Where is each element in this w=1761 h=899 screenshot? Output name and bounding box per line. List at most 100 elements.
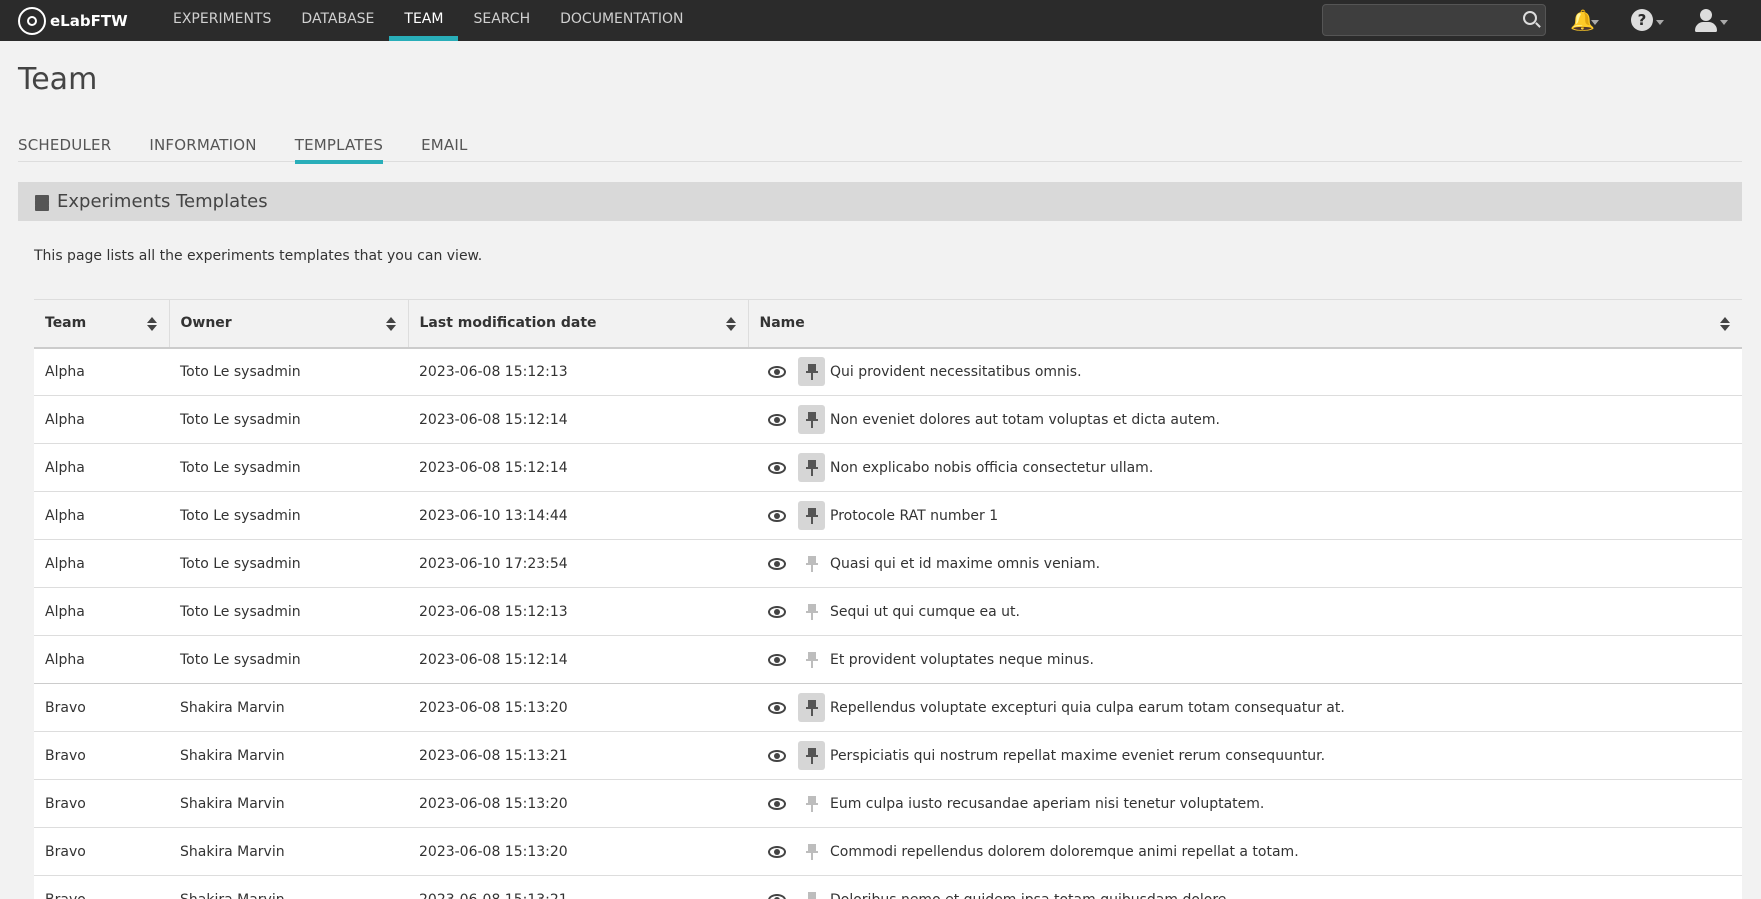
pin-button[interactable]: [798, 597, 825, 626]
table-row[interactable]: Alpha Toto Le sysadmin 2023-06-10 17:23:54…: [34, 539, 1742, 588]
table-row[interactable]: Alpha Toto Le sysadmin 2023-06-08 15:12:13…: [34, 587, 1742, 636]
column-header-name[interactable]: Name: [747, 299, 1742, 349]
templates-table: Team Owner Last modification date Name A…: [34, 299, 1742, 899]
table-row[interactable]: Alpha Toto Le sysadmin 2023-06-08 15:12:14…: [34, 635, 1742, 684]
nav-team[interactable]: TEAM: [389, 0, 459, 41]
chevron-down-icon: [1656, 19, 1664, 25]
cell-name: Eum culpa iusto recusandae aperiam nisi …: [748, 779, 1742, 828]
cell-owner: Toto Le sysadmin: [169, 635, 408, 684]
tab-scheduler[interactable]: SCHEDULER: [18, 136, 111, 162]
pin-button[interactable]: [798, 741, 825, 770]
pin-button[interactable]: [798, 453, 825, 482]
nav-search[interactable]: SEARCH: [458, 0, 545, 41]
pin-button[interactable]: [798, 693, 825, 722]
table-row[interactable]: Bravo Shakira Marvin 2023-06-08 15:13:21 Pe…: [34, 731, 1742, 780]
search-input[interactable]: [1322, 4, 1546, 36]
template-name-link[interactable]: Doloribus nemo et quidem ipsa totam quib…: [830, 892, 1231, 899]
sort-icon: [385, 317, 396, 331]
table-row[interactable]: Bravo Shakira Marvin 2023-06-08 15:13:20 Re…: [34, 683, 1742, 732]
template-name-link[interactable]: Non eveniet dolores aut totam voluptas e…: [830, 412, 1220, 428]
template-name-link[interactable]: Perspiciatis qui nostrum repellat maxime…: [830, 748, 1325, 764]
name-cell-content: Doloribus nemo et quidem ipsa totam quib…: [759, 885, 1742, 899]
table-row[interactable]: Alpha Toto Le sysadmin 2023-06-10 13:14:44…: [34, 491, 1742, 540]
sort-icon: [725, 317, 736, 331]
table-header-row: Team Owner Last modification date Name: [34, 299, 1742, 349]
cell-date: 2023-06-08 15:13:20: [408, 779, 748, 828]
tab-information[interactable]: INFORMATION: [149, 136, 256, 162]
table-row[interactable]: Bravo Shakira Marvin 2023-06-08 15:13:20 Eu…: [34, 779, 1742, 828]
pin-button[interactable]: [798, 549, 825, 578]
pin-button[interactable]: [798, 501, 825, 530]
eye-icon[interactable]: [768, 365, 786, 378]
user-icon: [1695, 8, 1717, 32]
cell-name: Perspiciatis qui nostrum repellat maxime…: [748, 731, 1742, 780]
pin-button[interactable]: [798, 837, 825, 866]
cell-date: 2023-06-10 17:23:54: [408, 539, 748, 588]
chevron-down-icon: [1591, 19, 1599, 25]
cell-team: Alpha: [34, 539, 169, 588]
eye-icon[interactable]: [768, 413, 786, 426]
table-row[interactable]: Alpha Toto Le sysadmin 2023-06-08 15:12:13…: [34, 347, 1742, 396]
template-name-link[interactable]: Quasi qui et id maxime omnis veniam.: [830, 556, 1100, 572]
pin-button[interactable]: [798, 357, 825, 387]
table-row[interactable]: Bravo Shakira Marvin 2023-06-08 15:13:20 Co…: [34, 827, 1742, 876]
pin-icon: [805, 747, 818, 764]
pin-button[interactable]: [798, 789, 825, 818]
eye-icon[interactable]: [768, 509, 786, 522]
eye-icon[interactable]: [768, 701, 786, 714]
tab-templates[interactable]: TEMPLATES: [294, 136, 384, 164]
brand-name: eLabFTW: [50, 11, 128, 30]
pin-button[interactable]: [798, 645, 825, 674]
template-name-link[interactable]: Non explicabo nobis officia consectetur …: [830, 460, 1153, 476]
table-row[interactable]: Alpha Toto Le sysadmin 2023-06-08 15:12:14…: [34, 395, 1742, 444]
tab-email[interactable]: EMAIL: [421, 136, 467, 162]
table-row[interactable]: Alpha Toto Le sysadmin 2023-06-08 15:12:14…: [34, 443, 1742, 492]
column-header-owner[interactable]: Owner: [168, 299, 408, 349]
eye-icon[interactable]: [768, 797, 786, 810]
search-icon[interactable]: [1523, 11, 1537, 25]
eye-icon[interactable]: [768, 557, 786, 570]
nav-documentation[interactable]: DOCUMENTATION: [545, 0, 698, 41]
nav-database[interactable]: DATABASE: [286, 0, 389, 41]
help-button[interactable]: ?: [1631, 6, 1664, 34]
cell-name: Sequi ut qui cumque ea ut.: [748, 587, 1742, 636]
template-name-link[interactable]: Eum culpa iusto recusandae aperiam nisi …: [830, 796, 1264, 812]
cell-team: Bravo: [34, 779, 169, 828]
eye-icon[interactable]: [768, 605, 786, 618]
cell-team: Alpha: [34, 491, 169, 540]
name-cell-content: Non eveniet dolores aut totam voluptas e…: [759, 405, 1742, 434]
template-name-link[interactable]: Sequi ut qui cumque ea ut.: [830, 604, 1020, 620]
column-header-label: Owner: [180, 315, 232, 332]
template-name-link[interactable]: Qui provident necessitatibus omnis.: [830, 364, 1082, 380]
name-cell-content: Et provident voluptates neque minus.: [759, 645, 1742, 674]
table-row[interactable]: BravoShakira Marvin2023-06-08 15:13:21 Do…: [34, 875, 1742, 899]
cell-owner: Shakira Marvin: [169, 731, 408, 780]
eye-icon[interactable]: [768, 893, 786, 899]
cell-team: Bravo: [34, 731, 169, 780]
eye-icon[interactable]: [768, 845, 786, 858]
name-cell-content: Non explicabo nobis officia consectetur …: [759, 453, 1742, 482]
cell-date: 2023-06-08 15:12:13: [408, 587, 748, 636]
column-header-label: Team: [45, 315, 87, 332]
pin-button[interactable]: [798, 885, 825, 899]
notifications-button[interactable]: 🔔: [1570, 6, 1599, 34]
template-name-link[interactable]: Commodi repellendus dolorem doloremque a…: [830, 844, 1299, 860]
nav-experiments[interactable]: EXPERIMENTS: [158, 0, 286, 41]
user-menu-button[interactable]: [1695, 6, 1728, 34]
pin-icon: [805, 555, 818, 572]
column-header-team[interactable]: Team: [34, 299, 169, 349]
template-name-link[interactable]: Et provident voluptates neque minus.: [830, 652, 1094, 668]
eye-icon[interactable]: [768, 653, 786, 666]
template-name-link[interactable]: Repellendus voluptate excepturi quia cul…: [830, 700, 1345, 716]
pin-icon: [805, 507, 818, 524]
eye-icon[interactable]: [768, 749, 786, 762]
cell-name: Repellendus voluptate excepturi quia cul…: [748, 683, 1742, 732]
cell-name: Doloribus nemo et quidem ipsa totam quib…: [748, 875, 1742, 899]
column-header-date[interactable]: Last modification date: [407, 299, 748, 349]
pin-icon: [805, 891, 818, 899]
pin-button[interactable]: [798, 405, 825, 434]
eye-icon[interactable]: [768, 461, 786, 474]
template-name-link[interactable]: Protocole RAT number 1: [830, 508, 998, 524]
brand-link[interactable]: eLabFTW: [18, 6, 158, 35]
cell-team: Alpha: [34, 443, 169, 492]
